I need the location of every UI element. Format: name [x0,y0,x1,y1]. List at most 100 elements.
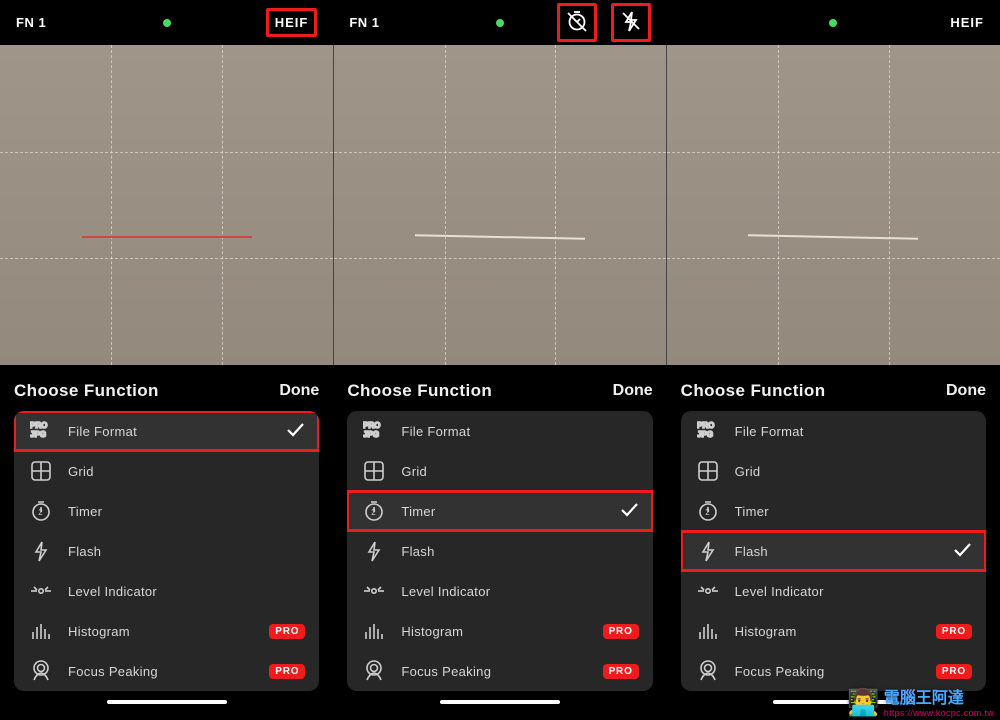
function-row-label: Flash [401,544,434,559]
function-row-level-indicator[interactable]: Level Indicator [347,571,652,611]
home-indicator[interactable] [440,700,560,704]
choose-function-sheet: Choose FunctionDoneFile FormatGridTimerF… [333,365,666,720]
function-row-grid[interactable]: Grid [347,451,652,491]
function-row-histogram[interactable]: HistogramPRO [14,611,319,651]
home-indicator[interactable] [107,700,227,704]
choose-function-sheet: Choose FunctionDoneFile FormatGridTimerF… [0,365,333,720]
grid-icon [28,460,54,482]
function-row-level-indicator[interactable]: Level Indicator [14,571,319,611]
sheet-title: Choose Function [681,381,826,401]
level-dot-icon [829,19,837,27]
function-row-timer[interactable]: Timer [14,491,319,531]
function-row-label: Focus Peaking [401,664,491,679]
done-button[interactable]: Done [613,382,653,400]
sheet-title: Choose Function [14,381,159,401]
histogram-icon [695,620,721,642]
function-row-flash[interactable]: Flash [681,531,986,571]
focus-peaking-icon [695,660,721,682]
phone-screenshot: FN 1 HEIF Choose Function Done File Format Gr… [0,0,333,720]
function-row-label: File Format [735,424,804,439]
function-row-label: Histogram [735,624,797,639]
function-row-histogram[interactable]: Histogram PRO [681,611,986,651]
function-list: File Format Grid Timer Flash Level Indicator… [681,411,986,691]
function-row-label: Level Indicator [68,584,157,599]
pro-badge: PRO [269,624,305,639]
camera-viewfinder[interactable] [333,45,666,365]
level-dot-icon [496,19,504,27]
level-indicator-icon [695,580,721,602]
watermark: 👨‍💻 電腦王阿達https://www.kocpc.com.tw [847,684,994,718]
heif-indicator[interactable]: HEIF [950,15,984,30]
timer-icon [28,500,54,522]
file-format-icon [695,420,721,442]
function-row-file-format[interactable]: File Format [347,411,652,451]
function-row-label: Grid [68,464,94,479]
camera-viewfinder[interactable] [0,45,333,365]
pro-badge: PRO [603,664,639,679]
function-row-label: Focus Peaking [68,664,158,679]
function-row-level-indicator[interactable]: Level Indicator [681,571,986,611]
pro-badge: PRO [269,664,305,679]
top-status-bar: FN 1 HEIF [0,0,333,45]
pro-badge: PRO [936,664,972,679]
histogram-icon [361,620,387,642]
focus-peaking-icon [28,660,54,682]
flash-off-icon[interactable] [611,3,651,42]
grid-icon [695,460,721,482]
function-row-label: File Format [68,424,137,439]
function-row-label: Level Indicator [401,584,490,599]
histogram-icon [28,620,54,642]
pro-badge: PRO [603,624,639,639]
function-row-label: Level Indicator [735,584,824,599]
timer-icon [361,500,387,522]
function-row-grid[interactable]: Grid [681,451,986,491]
grid-icon [361,460,387,482]
fn-label: FN 1 [349,15,379,30]
function-row-label: Timer [68,504,102,519]
check-icon [952,540,972,563]
pro-badge: PRO [936,624,972,639]
level-indicator-icon [361,580,387,602]
level-indicator-line [82,236,252,238]
camera-viewfinder[interactable] [667,45,1000,365]
function-list: File Format Grid Timer Flash Level Indicator… [347,411,652,691]
level-indicator-icon [28,580,54,602]
function-row-label: Timer [735,504,769,519]
heif-indicator[interactable]: HEIF [266,8,318,37]
check-icon [619,500,639,523]
function-list: File Format Grid Timer Flash Level Indicator… [14,411,319,691]
focus-peaking-icon [361,660,387,682]
function-row-focus-peaking[interactable]: Focus Peaking PRO [347,651,652,691]
level-dot-icon [163,19,171,27]
function-row-timer[interactable]: Timer [681,491,986,531]
done-button[interactable]: Done [946,382,986,400]
check-icon [285,420,305,443]
function-row-focus-peaking[interactable]: Focus Peaking PRO [14,651,319,691]
done-button[interactable]: Done [279,382,319,400]
fn-label: FN 1 [16,15,46,30]
function-row-flash[interactable]: Flash [347,531,652,571]
function-row-label: Grid [735,464,761,479]
function-row-grid[interactable]: Grid [14,451,319,491]
function-row-label: Focus Peaking [735,664,825,679]
top-status-bar: HEIF [667,0,1000,45]
function-row-label: Histogram [401,624,463,639]
function-row-label: Flash [68,544,101,559]
file-format-icon [361,420,387,442]
flash-icon [361,540,387,562]
function-row-label: File Format [401,424,470,439]
function-row-timer[interactable]: Timer [347,491,652,531]
function-row-flash[interactable]: Flash [14,531,319,571]
timer-off-icon[interactable] [557,3,597,42]
function-row-histogram[interactable]: Histogram PRO [347,611,652,651]
top-status-bar: FN 1 [333,0,666,45]
phone-screenshot: FN 1 Choose Function Done File Format Grid Ti… [333,0,666,720]
choose-function-sheet: Choose FunctionDoneFile FormatGridTimerF… [667,365,1000,720]
flash-icon [28,540,54,562]
function-row-file-format[interactable]: File Format [681,411,986,451]
function-row-label: Timer [401,504,435,519]
timer-icon [695,500,721,522]
function-row-file-format[interactable]: File Format [14,411,319,451]
flash-icon [695,540,721,562]
sheet-title: Choose Function [347,381,492,401]
